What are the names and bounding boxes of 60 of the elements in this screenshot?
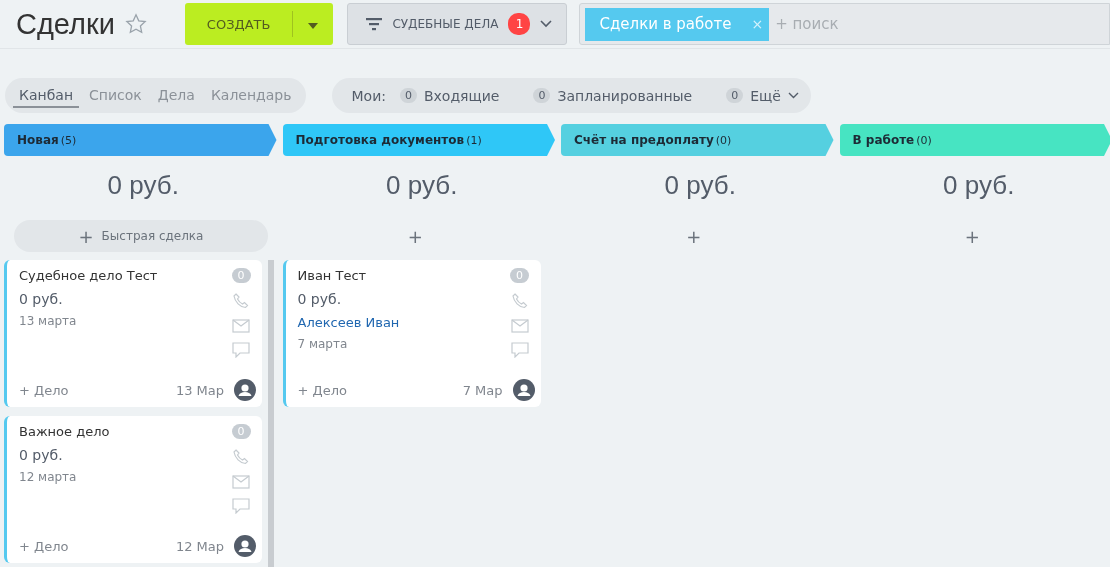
add-task-link[interactable]: + Дело (19, 382, 69, 398)
add-button[interactable]: + (401, 220, 442, 252)
view-tab[interactable]: Список (83, 83, 148, 108)
deal-date: 13 марта (19, 314, 78, 328)
deal-date: 7 марта (297, 337, 349, 351)
add-button[interactable]: + (680, 220, 721, 252)
stage-header: Подготовка документов (1) (282, 124, 555, 156)
stage-header: Счёт на предоплату (0) (561, 124, 834, 156)
filter-icon (366, 17, 383, 31)
stage-total: 0 руб. (942, 169, 1016, 202)
view-tab[interactable]: Календарь (204, 83, 298, 108)
stage-total: 0 руб. (663, 169, 737, 202)
short-date: 12 Мар (175, 538, 224, 554)
deal-title: Иван Тест (297, 268, 368, 284)
short-date: 7 Мар (462, 382, 503, 398)
quick-deal-button[interactable]: + Быстрая сделка (14, 220, 268, 252)
phone-icon[interactable] (232, 448, 250, 466)
filter-button[interactable]: СУДЕБНЫЕ ДЕЛА 1 (347, 3, 568, 45)
chevron-icon (540, 20, 553, 28)
add-task-link[interactable]: + Дело (297, 382, 347, 398)
count-badge: 1 (508, 13, 531, 35)
filter-chip: Сделки в работе (585, 7, 746, 41)
stage-total: 0 руб. (106, 169, 180, 202)
short-date: 13 Мар (175, 382, 224, 398)
stage-header: Новая (5) (4, 124, 277, 156)
counter-filter[interactable]: 0 Ещё (726, 87, 799, 104)
caret-icon (308, 22, 319, 29)
page-title: Сделки (16, 7, 115, 41)
deal-title: Важное дело (19, 424, 111, 440)
chat-icon[interactable] (232, 342, 250, 358)
deal-amount: 0 руб. (297, 290, 343, 309)
user-avatar-icon[interactable] (234, 535, 256, 557)
chat-icon[interactable] (510, 342, 529, 358)
add-button[interactable]: + (958, 220, 999, 252)
counter-badge: 0 (510, 268, 529, 283)
phone-icon[interactable] (232, 292, 250, 310)
deal-amount: 0 руб. (19, 290, 64, 309)
deal-title: Судебное дело Тест (19, 268, 159, 284)
user-avatar-icon[interactable] (234, 379, 256, 401)
view-tab[interactable]: Канбан (13, 83, 80, 108)
mail-icon[interactable] (232, 475, 250, 489)
counters-label: Мои: (351, 87, 386, 104)
mail-icon[interactable] (510, 319, 529, 333)
view-tab[interactable]: Дела (151, 83, 201, 108)
counter-filter[interactable]: 0 Запланированные (533, 87, 693, 104)
user-avatar-icon[interactable] (512, 379, 535, 401)
deal-date: 12 марта (19, 470, 78, 484)
star-icon[interactable] (124, 13, 147, 35)
deal-card[interactable]: Иван Тест 0 руб. Алексеев Иван 7 марта 0 + Дело 7 Мар (282, 260, 541, 407)
chat-icon[interactable] (232, 498, 250, 514)
mail-icon[interactable] (232, 319, 250, 333)
deal-amount: 0 руб. (19, 446, 64, 465)
counter-filter[interactable]: 0 Входящие (400, 87, 500, 104)
chevron-icon (787, 92, 799, 99)
contact-link[interactable]: Алексеев Иван (297, 314, 505, 332)
phone-icon[interactable] (510, 292, 529, 310)
stage-header: В работе (0) (839, 124, 1110, 156)
stage-total: 0 руб. (385, 169, 459, 202)
scrollbar[interactable] (268, 260, 274, 567)
add-task-link[interactable]: + Дело (19, 538, 69, 554)
